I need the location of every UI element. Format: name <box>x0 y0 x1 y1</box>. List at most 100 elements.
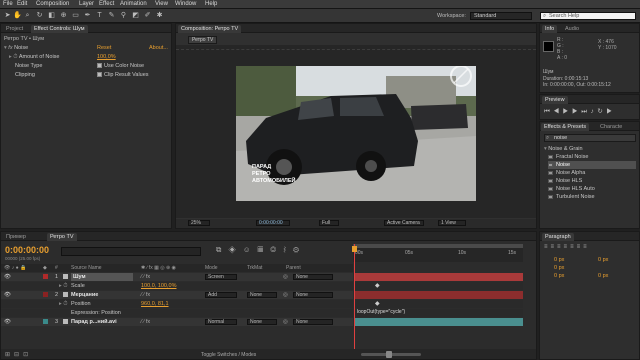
pick-whip-icon[interactable]: ◎ <box>283 273 288 281</box>
tab-retro-tv[interactable]: Ретро TV <box>47 233 77 241</box>
layer-label-color[interactable] <box>43 319 48 324</box>
menu-view[interactable]: View <box>155 1 168 7</box>
col-parent[interactable]: Parent <box>286 264 301 272</box>
comp-timecode[interactable]: 0:00:00:00 <box>256 220 290 226</box>
rectangle-tool-icon[interactable]: ▭ <box>71 11 80 20</box>
effect-item[interactable]: Noise HLS <box>548 177 636 185</box>
tab-effect-controls[interactable]: Effect Controls: Шум <box>31 25 88 33</box>
keyframe-icon[interactable]: ◆ <box>375 300 380 307</box>
layer-switches[interactable]: ⁄ ∕ fx <box>141 273 150 281</box>
menu-layer[interactable]: Layer <box>79 1 94 7</box>
first-frame-icon[interactable]: ⏮ <box>544 108 553 115</box>
use-color-noise-checkbox[interactable]: Use Color Noise <box>97 62 144 71</box>
prev-frame-icon[interactable]: ◀ <box>553 108 562 115</box>
effects-search-input[interactable]: ⌕ noise <box>544 134 636 142</box>
effect-item[interactable]: Noise HLS Auto <box>548 185 636 193</box>
effect-item[interactable]: Noise Alpha <box>548 169 636 177</box>
comp-viewer[interactable]: ПАРАД РЕТРО АВТОМОБИЛЕЙ <box>176 45 536 218</box>
draft-3d-icon[interactable]: ◈ <box>228 245 243 254</box>
menu-window[interactable]: Window <box>175 1 196 7</box>
next-frame-icon[interactable]: ▶ <box>572 108 581 115</box>
zoom-dropdown[interactable]: 25% <box>188 220 210 226</box>
tab-composition[interactable]: Composition: Ретро TV <box>178 25 242 33</box>
tab-character[interactable]: Characte <box>597 123 625 131</box>
menu-composition[interactable]: Composition <box>36 1 69 7</box>
indent-first-value[interactable]: 0 px <box>554 265 564 271</box>
ram-preview-icon[interactable]: ▶ <box>606 108 615 115</box>
in-out-icon[interactable]: ⊡ <box>23 352 32 358</box>
hide-shy-icon[interactable]: ☺ <box>243 245 258 254</box>
property-value[interactable]: 960,0, 81,1 <box>141 300 169 308</box>
property-row[interactable]: ▸ ⏱ Position 960,0, 81,1 <box>1 300 353 308</box>
layer-name[interactable]: Шум <box>71 273 133 281</box>
layer-row[interactable]: 👁 1 Шум ⁄ ∕ fx Screen ◎ None <box>1 273 353 281</box>
effect-item[interactable]: Fractal Noise <box>548 153 636 161</box>
parent-dropdown[interactable]: None <box>293 319 333 325</box>
comp-subtab[interactable]: Ретро TV <box>188 36 218 44</box>
tab-audio[interactable]: Audio <box>562 25 582 33</box>
motion-blur-icon[interactable]: ◎ <box>270 245 283 254</box>
brainstorm-icon[interactable]: ⚙ <box>293 245 306 254</box>
blend-mode-dropdown[interactable]: Screen <box>205 274 237 280</box>
col-trkmat[interactable]: TrkMat <box>247 264 262 272</box>
work-area-bar[interactable] <box>353 244 523 248</box>
keyframe-icon[interactable]: ◆ <box>375 282 380 289</box>
eraser-tool-icon[interactable]: ◩ <box>131 11 140 20</box>
col-mode[interactable]: Mode <box>205 264 218 272</box>
amount-value[interactable]: 100,0% <box>97 53 116 62</box>
expand-icon[interactable]: ⊞ <box>5 352 14 358</box>
about-link[interactable]: About... <box>149 44 168 53</box>
visibility-eye-icon[interactable]: 👁 <box>4 318 11 326</box>
tab-paragraph[interactable]: Paragraph <box>542 233 574 241</box>
comp-mini-flowchart-icon[interactable]: ⧉ <box>216 245 228 254</box>
selection-tool-icon[interactable]: ➤ <box>3 11 12 20</box>
property-row[interactable]: Expression: Position <box>1 309 353 317</box>
layer-label-color[interactable] <box>43 274 48 279</box>
stopwatch-icon[interactable]: ▸ ⏱ <box>59 300 68 308</box>
col-source-name[interactable]: Source Name <box>71 264 102 272</box>
trkmat-dropdown[interactable]: None <box>247 319 277 325</box>
layer-row[interactable]: 👁 3 Парад р...ний.avi ⁄ ∕ fx Normal None ◎ None <box>1 318 353 326</box>
effect-item[interactable]: Noise <box>548 161 636 169</box>
parent-dropdown[interactable]: None <box>293 292 333 298</box>
brush-tool-icon[interactable]: ✎ <box>107 11 116 20</box>
last-frame-icon[interactable]: ⏭ <box>581 108 590 115</box>
search-help-input[interactable]: ⌕ Search Help <box>540 12 636 20</box>
menu-help[interactable]: Help <box>205 1 217 7</box>
pick-whip-icon[interactable]: ◎ <box>283 318 288 326</box>
workspace-dropdown[interactable]: Standard <box>470 12 532 20</box>
effect-header-row[interactable]: ▾ fx Noise Reset About... <box>4 44 171 53</box>
camera-dropdown[interactable]: Active Camera <box>384 220 424 226</box>
tab-info[interactable]: Info <box>542 25 558 33</box>
blend-mode-dropdown[interactable]: Normal <box>205 319 237 325</box>
tab-project[interactable]: Project <box>3 25 26 33</box>
toggle-switches-modes[interactable]: Toggle Switches / Modes <box>201 352 256 358</box>
timeline-timecode[interactable]: 0:00:00:00 <box>5 245 49 255</box>
indent-right-value[interactable]: 0 px <box>598 257 608 263</box>
zoom-tool-icon[interactable]: ⌕ <box>23 11 32 20</box>
menu-file[interactable]: File <box>3 1 13 7</box>
frame-blend-icon[interactable]: ▦ <box>258 245 271 254</box>
justify-all-icon[interactable]: ≡ <box>583 244 590 250</box>
space-before-value[interactable]: 0 px <box>554 273 564 279</box>
trkmat-dropdown[interactable]: None <box>247 292 277 298</box>
hand-tool-icon[interactable]: ✋ <box>13 11 22 20</box>
play-icon[interactable]: ▶ <box>563 108 572 115</box>
type-tool-icon[interactable]: T <box>95 11 104 20</box>
layer-duration-bar[interactable] <box>355 318 523 326</box>
layer-switches[interactable]: ⁄ ∕ fx <box>141 291 150 299</box>
collapse-icon[interactable]: ⊟ <box>14 352 23 358</box>
rotate-tool-icon[interactable]: ↻ <box>35 11 44 20</box>
menu-edit[interactable]: Edit <box>17 1 27 7</box>
time-indicator-head[interactable] <box>352 246 357 252</box>
graph-editor-icon[interactable]: ⌇ <box>283 245 293 254</box>
effect-item[interactable]: Turbulent Noise <box>548 193 636 201</box>
pick-whip-icon[interactable]: ◎ <box>283 291 288 299</box>
expression-text[interactable]: loopOut(type="cycle") <box>357 309 405 315</box>
tab-example[interactable]: Пример <box>3 233 29 241</box>
property-value[interactable]: 100,0, 100,0% <box>141 282 176 290</box>
clip-result-checkbox[interactable]: Clip Result Values <box>97 71 149 80</box>
layer-duration-bar[interactable] <box>355 273 523 281</box>
layer-switches[interactable]: ⁄ ∕ fx <box>141 318 150 326</box>
layer-row[interactable]: 👁 2 Мерцание ⁄ ∕ fx Add None ◎ None <box>1 291 353 299</box>
